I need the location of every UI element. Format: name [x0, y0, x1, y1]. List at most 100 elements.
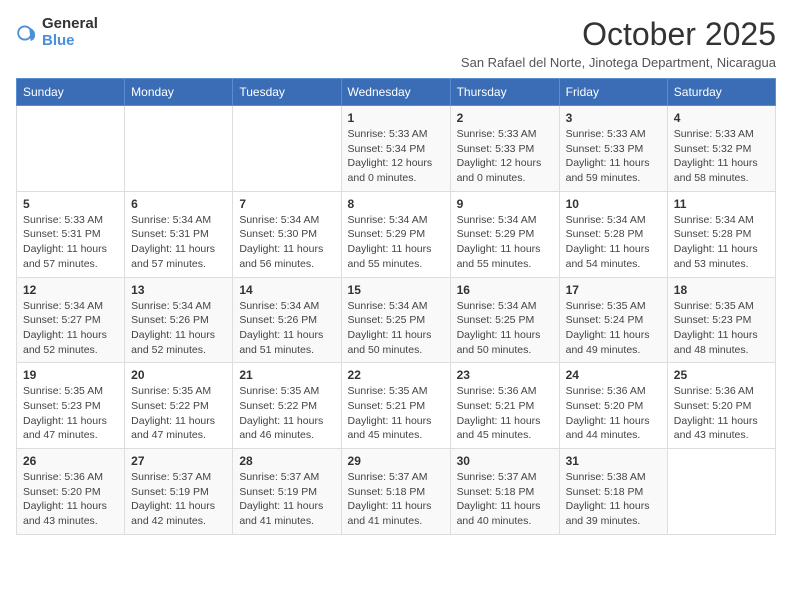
calendar-cell: 18Sunrise: 5:35 AM Sunset: 5:23 PM Dayli…	[667, 277, 775, 363]
day-number: 28	[239, 454, 334, 468]
logo-text: General Blue	[42, 16, 98, 49]
week-row-3: 12Sunrise: 5:34 AM Sunset: 5:27 PM Dayli…	[17, 277, 776, 363]
day-info: Sunrise: 5:34 AM Sunset: 5:27 PM Dayligh…	[23, 299, 118, 358]
calendar-cell: 11 Sunrise: 5:34 AM Sunset: 5:28 PM Dayli…	[667, 191, 775, 277]
calendar-cell: 5 Sunrise: 5:33 AM Sunset: 5:31 PM Daylig…	[17, 191, 125, 277]
day-header-saturday: Saturday	[667, 79, 775, 106]
day-info: Sunrise: 5:33 AM Sunset: 5:33 PM Dayligh…	[457, 127, 553, 186]
day-info: Sunrise: 5:38 AM Sunset: 5:18 PM Dayligh…	[566, 470, 661, 529]
day-number: 22	[348, 368, 444, 382]
calendar-cell: 13Sunrise: 5:34 AM Sunset: 5:26 PM Dayli…	[125, 277, 233, 363]
calendar-cell: 29 Sunrise: 5:37 AM Sunset: 5:18 PM Dayli…	[341, 449, 450, 535]
month-title: October 2025	[461, 16, 776, 53]
week-row-5: 26 Sunrise: 5:36 AM Sunset: 5:20 PM Dayli…	[17, 449, 776, 535]
day-number: 26	[23, 454, 118, 468]
day-number: 14	[239, 283, 334, 297]
day-number: 4	[674, 111, 769, 125]
day-info: Sunrise: 5:34 AM Sunset: 5:29 PM Dayligh…	[348, 213, 444, 272]
day-info: Sunrise: 5:33 AM Sunset: 5:33 PM Dayligh…	[566, 127, 661, 186]
day-info: Sunrise: 5:33 AM Sunset: 5:32 PM Dayligh…	[674, 127, 769, 186]
calendar-cell: 28 Sunrise: 5:37 AM Sunset: 5:19 PM Dayli…	[233, 449, 341, 535]
logo-icon	[16, 22, 38, 44]
calendar-cell: 3Sunrise: 5:33 AM Sunset: 5:33 PM Daylig…	[559, 106, 667, 192]
calendar-table: SundayMondayTuesdayWednesdayThursdayFrid…	[16, 78, 776, 535]
day-number: 18	[674, 283, 769, 297]
day-header-tuesday: Tuesday	[233, 79, 341, 106]
day-info: Sunrise: 5:35 AM Sunset: 5:22 PM Dayligh…	[131, 384, 226, 443]
day-number: 20	[131, 368, 226, 382]
calendar-cell: 12Sunrise: 5:34 AM Sunset: 5:27 PM Dayli…	[17, 277, 125, 363]
calendar-cell: 14 Sunrise: 5:34 AM Sunset: 5:26 PM Dayli…	[233, 277, 341, 363]
day-number: 19	[23, 368, 118, 382]
day-number: 23	[457, 368, 553, 382]
day-info: Sunrise: 5:35 AM Sunset: 5:21 PM Dayligh…	[348, 384, 444, 443]
day-info: Sunrise: 5:34 AM Sunset: 5:26 PM Dayligh…	[239, 299, 334, 358]
day-number: 9	[457, 197, 553, 211]
calendar-cell: 17Sunrise: 5:35 AM Sunset: 5:24 PM Dayli…	[559, 277, 667, 363]
location-subtitle: San Rafael del Norte, Jinotega Departmen…	[461, 55, 776, 70]
day-info: Sunrise: 5:34 AM Sunset: 5:28 PM Dayligh…	[674, 213, 769, 272]
calendar-cell: 25Sunrise: 5:36 AM Sunset: 5:20 PM Dayli…	[667, 363, 775, 449]
day-number: 25	[674, 368, 769, 382]
day-header-sunday: Sunday	[17, 79, 125, 106]
calendar-cell: 26 Sunrise: 5:36 AM Sunset: 5:20 PM Dayli…	[17, 449, 125, 535]
day-info: Sunrise: 5:35 AM Sunset: 5:23 PM Dayligh…	[23, 384, 118, 443]
week-row-2: 5 Sunrise: 5:33 AM Sunset: 5:31 PM Daylig…	[17, 191, 776, 277]
day-number: 13	[131, 283, 226, 297]
header-area: General Blue October 2025 San Rafael del…	[16, 16, 776, 70]
day-number: 21	[239, 368, 334, 382]
calendar-cell: 30 Sunrise: 5:37 AM Sunset: 5:18 PM Dayli…	[450, 449, 559, 535]
day-info: Sunrise: 5:36 AM Sunset: 5:20 PM Dayligh…	[23, 470, 118, 529]
day-info: Sunrise: 5:34 AM Sunset: 5:25 PM Dayligh…	[457, 299, 553, 358]
day-info: Sunrise: 5:34 AM Sunset: 5:29 PM Dayligh…	[457, 213, 553, 272]
day-number: 5	[23, 197, 118, 211]
calendar-cell	[667, 449, 775, 535]
day-info: Sunrise: 5:35 AM Sunset: 5:24 PM Dayligh…	[566, 299, 661, 358]
day-number: 16	[457, 283, 553, 297]
calendar-cell: 8 Sunrise: 5:34 AM Sunset: 5:29 PM Daylig…	[341, 191, 450, 277]
calendar-cell	[233, 106, 341, 192]
day-number: 31	[566, 454, 661, 468]
logo: General Blue	[16, 16, 98, 49]
day-info: Sunrise: 5:34 AM Sunset: 5:25 PM Dayligh…	[348, 299, 444, 358]
day-number: 8	[348, 197, 444, 211]
day-info: Sunrise: 5:35 AM Sunset: 5:22 PM Dayligh…	[239, 384, 334, 443]
day-header-thursday: Thursday	[450, 79, 559, 106]
day-info: Sunrise: 5:37 AM Sunset: 5:19 PM Dayligh…	[239, 470, 334, 529]
calendar-cell: 15 Sunrise: 5:34 AM Sunset: 5:25 PM Dayli…	[341, 277, 450, 363]
day-number: 2	[457, 111, 553, 125]
calendar-cell: 21 Sunrise: 5:35 AM Sunset: 5:22 PM Dayli…	[233, 363, 341, 449]
day-number: 1	[348, 111, 444, 125]
day-number: 27	[131, 454, 226, 468]
day-info: Sunrise: 5:34 AM Sunset: 5:31 PM Dayligh…	[131, 213, 226, 272]
day-number: 29	[348, 454, 444, 468]
calendar-cell: 16 Sunrise: 5:34 AM Sunset: 5:25 PM Dayli…	[450, 277, 559, 363]
day-number: 15	[348, 283, 444, 297]
day-number: 10	[566, 197, 661, 211]
day-info: Sunrise: 5:36 AM Sunset: 5:21 PM Dayligh…	[457, 384, 553, 443]
day-info: Sunrise: 5:33 AM Sunset: 5:34 PM Dayligh…	[348, 127, 444, 186]
day-header-monday: Monday	[125, 79, 233, 106]
calendar-cell: 23 Sunrise: 5:36 AM Sunset: 5:21 PM Dayli…	[450, 363, 559, 449]
day-info: Sunrise: 5:37 AM Sunset: 5:18 PM Dayligh…	[348, 470, 444, 529]
calendar-cell: 10 Sunrise: 5:34 AM Sunset: 5:28 PM Dayli…	[559, 191, 667, 277]
header-row: SundayMondayTuesdayWednesdayThursdayFrid…	[17, 79, 776, 106]
day-number: 6	[131, 197, 226, 211]
calendar-cell: 7Sunrise: 5:34 AM Sunset: 5:30 PM Daylig…	[233, 191, 341, 277]
week-row-4: 19 Sunrise: 5:35 AM Sunset: 5:23 PM Dayli…	[17, 363, 776, 449]
calendar-cell	[17, 106, 125, 192]
calendar-cell: 31 Sunrise: 5:38 AM Sunset: 5:18 PM Dayli…	[559, 449, 667, 535]
calendar-cell: 9 Sunrise: 5:34 AM Sunset: 5:29 PM Daylig…	[450, 191, 559, 277]
logo-text-blue: Blue	[42, 33, 98, 50]
calendar-cell	[125, 106, 233, 192]
day-number: 11	[674, 197, 769, 211]
day-info: Sunrise: 5:34 AM Sunset: 5:28 PM Dayligh…	[566, 213, 661, 272]
day-header-wednesday: Wednesday	[341, 79, 450, 106]
day-info: Sunrise: 5:33 AM Sunset: 5:31 PM Dayligh…	[23, 213, 118, 272]
day-number: 24	[566, 368, 661, 382]
calendar-cell: 19 Sunrise: 5:35 AM Sunset: 5:23 PM Dayli…	[17, 363, 125, 449]
title-block: October 2025 San Rafael del Norte, Jinot…	[461, 16, 776, 70]
day-number: 30	[457, 454, 553, 468]
day-info: Sunrise: 5:37 AM Sunset: 5:18 PM Dayligh…	[457, 470, 553, 529]
day-header-friday: Friday	[559, 79, 667, 106]
